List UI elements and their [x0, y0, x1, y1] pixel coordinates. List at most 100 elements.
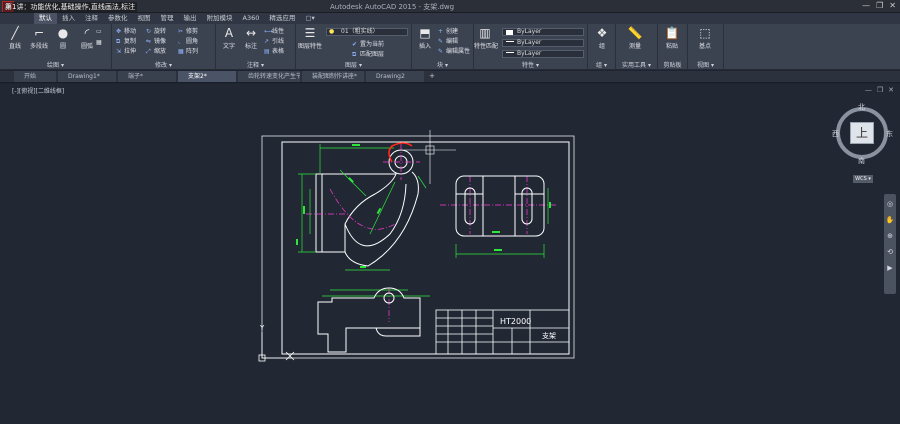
- circle-button[interactable]: ● 圆: [52, 26, 74, 50]
- panel-utilities-title[interactable]: 实用工具 ▾: [616, 60, 657, 69]
- set-current-button[interactable]: ✔ 置为当前: [352, 40, 384, 49]
- base-point-button[interactable]: ⬚ 基点: [694, 26, 716, 50]
- viewcube[interactable]: 上 北 南 西 东: [832, 102, 896, 166]
- rotate-icon: ↻: [146, 28, 152, 35]
- tab-insert[interactable]: 插入: [57, 13, 80, 24]
- panel-groups-title[interactable]: 组 ▾: [588, 60, 615, 69]
- panel-draw: ╱ 直线 ⌐ 多段线 ● 圆 ◜ 圆弧 ▭ ▦ 绘图 ▾: [0, 24, 112, 70]
- steering-wheel-icon[interactable]: ◎: [884, 198, 896, 210]
- viewcube-top-face[interactable]: 上: [850, 122, 874, 144]
- linear-button[interactable]: ⟷线性: [264, 27, 284, 36]
- tab-default[interactable]: 默认: [34, 13, 57, 24]
- wcs-menu[interactable]: WCS ▾: [853, 175, 873, 183]
- tab-addins[interactable]: 附加模块: [202, 13, 238, 24]
- file-tab-drawing2[interactable]: Drawing2: [366, 71, 424, 82]
- document-title: Autodesk AutoCAD 2015 - 支架.dwg: [330, 3, 455, 11]
- file-tab-drawing1[interactable]: Drawing1*: [58, 71, 116, 82]
- leader-icon: ↗: [264, 38, 270, 45]
- trim-button[interactable]: ✂ 修剪: [178, 27, 198, 36]
- dimension-text-marks: [296, 144, 551, 268]
- drawing-canvas[interactable]: HT2000 支架 Y: [0, 84, 900, 424]
- tab-view[interactable]: 视图: [133, 13, 156, 24]
- centerlines: [306, 144, 556, 322]
- rectangle-icon[interactable]: ▭: [96, 27, 102, 36]
- group-button[interactable]: ❖ 组: [591, 26, 613, 50]
- create-block-button[interactable]: + 创建: [438, 27, 458, 36]
- file-tab-bracket2[interactable]: 支架2*: [178, 71, 236, 82]
- tab-featured-apps[interactable]: 精选应用: [264, 13, 300, 24]
- panel-draw-title[interactable]: 绘图 ▾: [0, 60, 111, 69]
- panel-view-title[interactable]: 视图 ▾: [688, 60, 723, 69]
- file-tab-start[interactable]: 开始: [14, 71, 56, 82]
- drawing-viewport[interactable]: [-][俯视][二维线框] — ❐ ✕ HT2000 支架 Y 上 北 南 西 …: [0, 84, 900, 424]
- hatch-icon[interactable]: ▦: [96, 38, 102, 47]
- copy-button[interactable]: ⧉ 复制: [116, 37, 136, 46]
- stretch-button[interactable]: ⇲ 拉伸: [116, 47, 136, 56]
- fillet-button[interactable]: ◟ 圆角: [178, 37, 198, 46]
- tab-manage[interactable]: 管理: [156, 13, 179, 24]
- minimize-icon[interactable]: —: [862, 1, 870, 10]
- array-button[interactable]: ▦ 阵列: [178, 47, 198, 56]
- file-tab-gear-rhythm[interactable]: 齿轮转速变化产生节奏*: [238, 71, 300, 82]
- rotate-button[interactable]: ↻ 旋转: [146, 27, 166, 36]
- text-button[interactable]: A 文字: [218, 26, 240, 50]
- tab-output[interactable]: 输出: [179, 13, 202, 24]
- showmotion-icon[interactable]: ▶: [884, 262, 896, 274]
- line-button[interactable]: ╱ 直线: [4, 26, 26, 50]
- compass-west[interactable]: 西: [832, 129, 839, 139]
- tab-annotate[interactable]: 注释: [80, 13, 103, 24]
- tab-ribbon-toggle[interactable]: ▢▾: [300, 13, 319, 24]
- scale-button[interactable]: ⤢ 缩放: [146, 47, 166, 56]
- polyline-icon: ⌐: [33, 26, 45, 40]
- ruler-icon: 📏: [627, 26, 643, 40]
- table-button[interactable]: ▤ 表格: [264, 47, 284, 56]
- insert-block-button[interactable]: ⬒ 插入: [414, 26, 436, 50]
- create-icon: +: [438, 28, 444, 35]
- orbit-icon[interactable]: ⟲: [884, 246, 896, 258]
- tab-parametric[interactable]: 参数化: [103, 13, 133, 24]
- layer-properties-button[interactable]: ☰ 图层特性: [298, 26, 322, 50]
- circle-icon: ●: [57, 26, 69, 40]
- compass-south[interactable]: 南: [858, 156, 865, 166]
- color-dropdown[interactable]: ByLayer: [502, 28, 584, 36]
- move-icon: ✥: [116, 28, 122, 35]
- tab-a360[interactable]: A360: [238, 13, 265, 24]
- dimension-button[interactable]: ↔ 标注: [240, 26, 262, 50]
- match-properties-button[interactable]: ▥ 特性匹配: [474, 26, 498, 50]
- base-point-icon: ⬚: [699, 26, 711, 40]
- close-icon[interactable]: ✕: [889, 1, 896, 10]
- bracket-bottom-view: [317, 287, 421, 353]
- compass-east[interactable]: 东: [886, 129, 893, 139]
- paste-button[interactable]: 📋 粘贴: [661, 26, 683, 50]
- move-button[interactable]: ✥ 移动: [116, 27, 136, 36]
- panel-block-title[interactable]: 块 ▾: [412, 60, 473, 69]
- maximize-icon[interactable]: ❐: [876, 1, 883, 10]
- edit-attributes-button[interactable]: ✎ 编辑属性: [438, 47, 470, 56]
- layer-dropdown[interactable]: ● 01（粗实线）: [326, 28, 408, 36]
- measure-button[interactable]: 📏 测量: [624, 26, 646, 50]
- arc-button[interactable]: ◜ 圆弧: [76, 26, 98, 50]
- edit-block-button[interactable]: ✎ 编辑: [438, 37, 458, 46]
- match-layer-button[interactable]: ⧉ 匹配图层: [352, 50, 384, 59]
- pan-icon[interactable]: ✋: [884, 214, 896, 226]
- lineweight-dropdown[interactable]: ByLayer: [502, 50, 584, 58]
- panel-properties-title[interactable]: 特性 ▾: [474, 60, 587, 69]
- panel-modify-title[interactable]: 修改 ▾: [112, 60, 215, 69]
- polyline-button[interactable]: ⌐ 多段线: [28, 26, 50, 50]
- file-tab-assembly-lecture[interactable]: 装配图制作讲座*: [302, 71, 364, 82]
- leader-button[interactable]: ↗ 引线: [264, 37, 284, 46]
- lineweight-swatch: [506, 52, 514, 56]
- new-tab-plus-icon[interactable]: +: [426, 71, 438, 82]
- panel-annotation-title[interactable]: 注释 ▾: [216, 60, 295, 69]
- panel-layers-title[interactable]: 图层 ▾: [296, 60, 411, 69]
- panel-annotation: A 文字 ↔ 标注 ⟷线性 ↗ 引线 ▤ 表格 注释 ▾: [216, 24, 296, 70]
- compass-north[interactable]: 北: [858, 102, 865, 112]
- file-tab-terminal[interactable]: 端子*: [118, 71, 176, 82]
- drawing-number-text: HT2000: [500, 317, 531, 326]
- linetype-dropdown[interactable]: ByLayer: [502, 39, 584, 47]
- dimensions: [298, 144, 549, 297]
- mirror-button[interactable]: ⇋ 镜像: [146, 37, 166, 46]
- panel-layers: ☰ 图层特性 ● 01（粗实线） ✔ 置为当前 ⧉ 匹配图层 图层 ▾: [296, 24, 412, 70]
- zoom-icon[interactable]: ⊕: [884, 230, 896, 242]
- group-icon: ❖: [596, 26, 608, 40]
